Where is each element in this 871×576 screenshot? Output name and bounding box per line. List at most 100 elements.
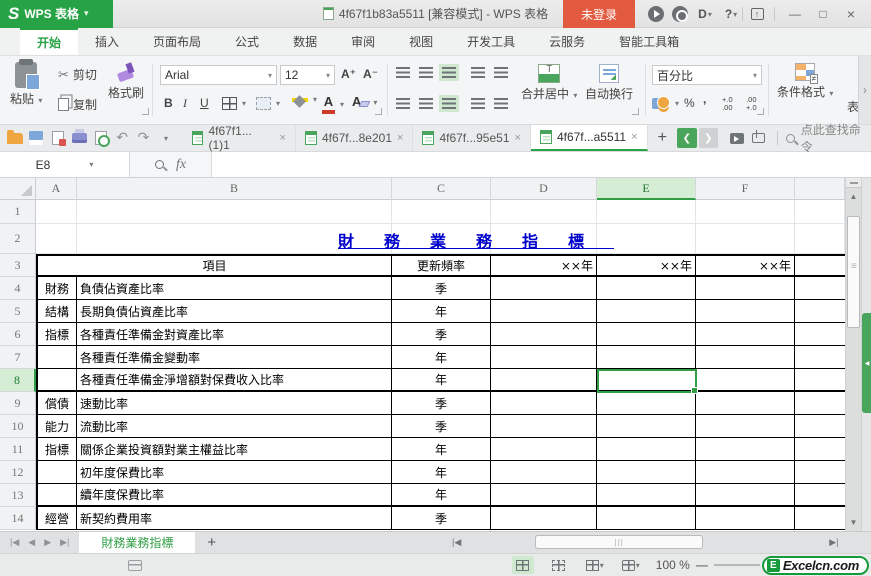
cell-item[interactable]: 新契約費用率 bbox=[77, 507, 392, 530]
tab-home[interactable]: 开始 bbox=[20, 28, 78, 55]
tab-list-icon[interactable] bbox=[726, 128, 747, 148]
cell[interactable] bbox=[795, 484, 845, 507]
row-header-3[interactable]: 3 bbox=[0, 254, 36, 277]
row-header-10[interactable]: 10 bbox=[0, 415, 36, 438]
shading-button[interactable]: ▾ bbox=[256, 97, 280, 110]
undo-icon[interactable]: ↶ bbox=[111, 128, 132, 148]
cell[interactable] bbox=[795, 323, 845, 346]
add-sheet-button[interactable]: + bbox=[195, 532, 228, 553]
normal-view-button[interactable] bbox=[512, 556, 534, 574]
cell-frequency[interactable]: 季 bbox=[392, 277, 491, 300]
currency-button[interactable]: ▾ bbox=[652, 96, 679, 110]
cell[interactable] bbox=[597, 300, 696, 323]
cell-group[interactable] bbox=[36, 369, 77, 392]
cell[interactable] bbox=[696, 461, 795, 484]
page-layout-view-button[interactable]: ▾ bbox=[584, 556, 606, 574]
align-top-icon[interactable] bbox=[396, 67, 410, 78]
next-tab-button[interactable]: ❯ bbox=[699, 128, 719, 148]
tab-insert[interactable]: 插入 bbox=[78, 28, 136, 55]
column-header-f[interactable]: F bbox=[696, 178, 795, 200]
tab-review[interactable]: 审阅 bbox=[334, 28, 392, 55]
cell[interactable] bbox=[696, 369, 795, 392]
cell[interactable] bbox=[597, 415, 696, 438]
select-all-corner[interactable] bbox=[0, 178, 36, 200]
page-break-view-button[interactable] bbox=[548, 556, 570, 574]
scroll-down-icon[interactable]: ▼ bbox=[846, 514, 861, 531]
decrease-indent-icon[interactable] bbox=[471, 67, 485, 78]
justify-icon[interactable] bbox=[471, 98, 485, 109]
zoom-slider[interactable] bbox=[714, 564, 760, 566]
prev-sheet-icon[interactable]: ◀ bbox=[28, 537, 35, 548]
settings-circle-icon[interactable] bbox=[671, 5, 689, 23]
alignment-dialog-launcher[interactable] bbox=[632, 108, 639, 115]
font-name-select[interactable]: Arial▾ bbox=[160, 65, 277, 85]
row-header-9[interactable]: 9 bbox=[0, 392, 36, 415]
hide-ribbon-icon[interactable]: ↑ bbox=[748, 5, 766, 23]
cell-frequency[interactable]: 季 bbox=[392, 507, 491, 530]
increase-indent-icon[interactable] bbox=[494, 67, 508, 78]
play-circle-icon[interactable] bbox=[647, 5, 665, 23]
close-tab-icon[interactable]: × bbox=[280, 132, 286, 144]
cell[interactable] bbox=[491, 415, 597, 438]
tab-data[interactable]: 数据 bbox=[276, 28, 334, 55]
column-header-d[interactable]: D bbox=[491, 178, 597, 200]
comma-style-button[interactable]: , bbox=[703, 92, 706, 106]
tab-view[interactable]: 视图 bbox=[392, 28, 450, 55]
cell-frequency[interactable]: 年 bbox=[392, 346, 491, 369]
tab-smart-toolbox[interactable]: 智能工具箱 bbox=[602, 28, 696, 55]
format-painter-button[interactable]: 格式刷 bbox=[108, 62, 144, 101]
cut-button[interactable]: ✂剪切 bbox=[58, 66, 97, 83]
doc-tab-2[interactable]: 4f67f...8e201× bbox=[296, 125, 414, 151]
cell[interactable] bbox=[597, 461, 696, 484]
row-header-5[interactable]: 5 bbox=[0, 300, 36, 323]
column-header-c[interactable]: C bbox=[392, 178, 491, 200]
scroll-left-icon[interactable]: |◀ bbox=[448, 537, 465, 548]
prev-tab-button[interactable]: ❮ bbox=[677, 128, 697, 148]
cell[interactable] bbox=[597, 200, 696, 224]
cell-item[interactable]: 關係企業投資額對業主權益比率 bbox=[77, 438, 392, 461]
cell[interactable] bbox=[795, 369, 845, 392]
header-cell-item[interactable]: 項目 bbox=[36, 254, 392, 277]
doc-tab-1[interactable]: 4f67f1... (1)1× bbox=[183, 125, 296, 151]
tab-developer[interactable]: 开发工具 bbox=[450, 28, 532, 55]
align-left-icon[interactable] bbox=[396, 98, 410, 109]
cell-group[interactable]: 財務 bbox=[36, 277, 77, 300]
cell[interactable] bbox=[392, 200, 491, 224]
number-format-select[interactable]: 百分比▾ bbox=[652, 65, 762, 85]
cell[interactable] bbox=[491, 507, 597, 530]
row-header-4[interactable]: 4 bbox=[0, 277, 36, 300]
row-header-13[interactable]: 13 bbox=[0, 484, 36, 507]
cell-frequency[interactable]: 季 bbox=[392, 323, 491, 346]
font-size-select[interactable]: 12▾ bbox=[280, 65, 335, 85]
cell-item[interactable]: 長期負債佔資產比率 bbox=[77, 300, 392, 323]
cell[interactable] bbox=[696, 484, 795, 507]
cell[interactable] bbox=[491, 200, 597, 224]
align-bottom-icon[interactable] bbox=[442, 67, 456, 78]
cell-group[interactable]: 結構 bbox=[36, 300, 77, 323]
column-header-partial[interactable] bbox=[795, 178, 845, 200]
cell[interactable] bbox=[795, 415, 845, 438]
cell[interactable] bbox=[795, 438, 845, 461]
cell-item[interactable]: 速動比率 bbox=[77, 392, 392, 415]
cell[interactable] bbox=[597, 277, 696, 300]
borders-button[interactable]: ▾ bbox=[222, 97, 246, 110]
align-middle-icon[interactable] bbox=[419, 67, 433, 78]
minimize-button[interactable]: — bbox=[786, 5, 804, 23]
font-color-button[interactable]: A ▾ bbox=[322, 95, 344, 114]
cell-item[interactable]: 流動比率 bbox=[77, 415, 392, 438]
cell[interactable] bbox=[491, 300, 597, 323]
cell[interactable] bbox=[795, 346, 845, 369]
tab-page-layout[interactable]: 页面布局 bbox=[136, 28, 218, 55]
cell[interactable] bbox=[696, 224, 795, 254]
cell[interactable] bbox=[491, 346, 597, 369]
cell-group[interactable] bbox=[36, 461, 77, 484]
merge-center-button[interactable]: 合并居中 ▾ bbox=[521, 64, 577, 102]
cell-item[interactable]: 續年度保費比率 bbox=[77, 484, 392, 507]
horizontal-scroll-track[interactable]: ||| bbox=[465, 535, 825, 549]
side-panel-handle[interactable]: ◀ bbox=[862, 313, 871, 413]
cell-item[interactable]: 初年度保費比率 bbox=[77, 461, 392, 484]
cell-item[interactable]: 負債佔資產比率 bbox=[77, 277, 392, 300]
cell[interactable] bbox=[491, 461, 597, 484]
row-header-8[interactable]: 8 bbox=[0, 369, 36, 392]
wrap-text-button[interactable]: 自动换行 bbox=[585, 64, 633, 102]
